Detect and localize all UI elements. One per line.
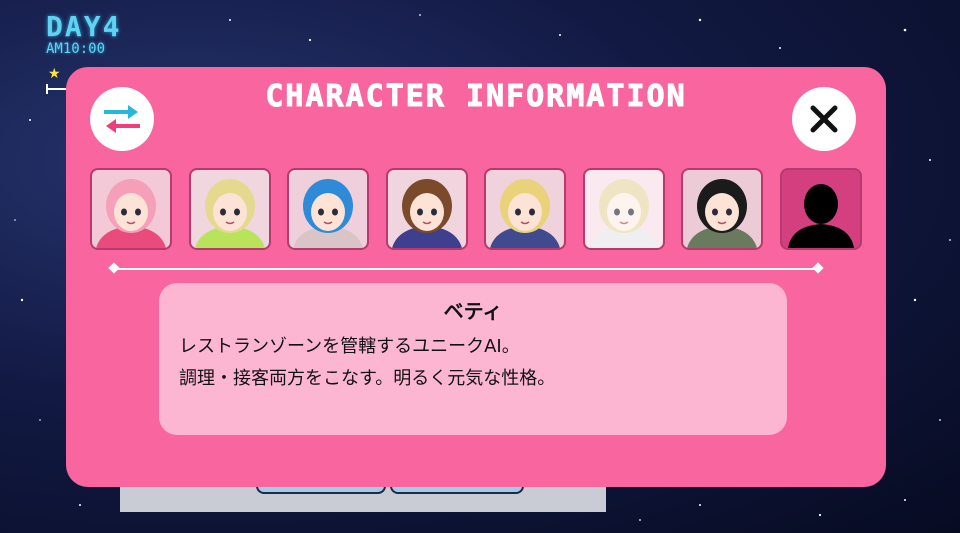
close-icon bbox=[810, 105, 838, 133]
description-line-2: 調理・接客両方をこなす。明るく元気な性格。 bbox=[179, 368, 556, 389]
portrait-art bbox=[293, 179, 363, 248]
divider-end-right bbox=[812, 262, 824, 274]
portrait-betty-selected[interactable] bbox=[583, 168, 665, 250]
portrait-art bbox=[392, 179, 462, 248]
portrait-art bbox=[585, 170, 663, 248]
character-description: レストランゾーンを管轄するユニークAI。 調理・接客両方をこなす。明るく元気な性… bbox=[179, 331, 555, 395]
day-counter: DAY4 bbox=[46, 10, 122, 43]
modal-title: CHARACTER INFORMATION bbox=[265, 79, 687, 115]
portrait-pink-hair[interactable] bbox=[90, 168, 172, 250]
portrait-art bbox=[96, 179, 166, 248]
portrait-art bbox=[490, 179, 560, 248]
swap-button[interactable] bbox=[90, 87, 154, 151]
divider-line bbox=[114, 268, 818, 270]
character-name: ベティ bbox=[443, 299, 503, 323]
portrait-locked-silhouette[interactable] bbox=[780, 168, 862, 250]
character-information-modal: CHARACTER INFORMATION ベティ レストランゾーンを管轄するユ… bbox=[66, 67, 886, 487]
star-icon: ★ bbox=[48, 66, 61, 82]
time-display: AM10:00 bbox=[46, 41, 106, 57]
portrait-blonde-short[interactable] bbox=[484, 168, 566, 250]
portrait-black-hair[interactable] bbox=[681, 168, 763, 250]
character-info-box: ベティ レストランゾーンを管轄するユニークAI。 調理・接客両方をこなす。明るく… bbox=[159, 283, 787, 435]
portrait-art bbox=[788, 184, 854, 248]
portrait-art bbox=[195, 179, 265, 248]
swap-arrows-icon bbox=[104, 105, 140, 133]
portrait-art bbox=[687, 179, 757, 248]
hud: DAY4 AM10:00 ★ bbox=[46, 10, 122, 94]
portrait-brown-hair[interactable] bbox=[386, 168, 468, 250]
close-button[interactable] bbox=[792, 87, 856, 151]
portrait-blonde-green[interactable] bbox=[189, 168, 271, 250]
description-line-1: レストランゾーンを管轄するユニークAI。 bbox=[179, 336, 520, 357]
portrait-blue-hair[interactable] bbox=[287, 168, 369, 250]
